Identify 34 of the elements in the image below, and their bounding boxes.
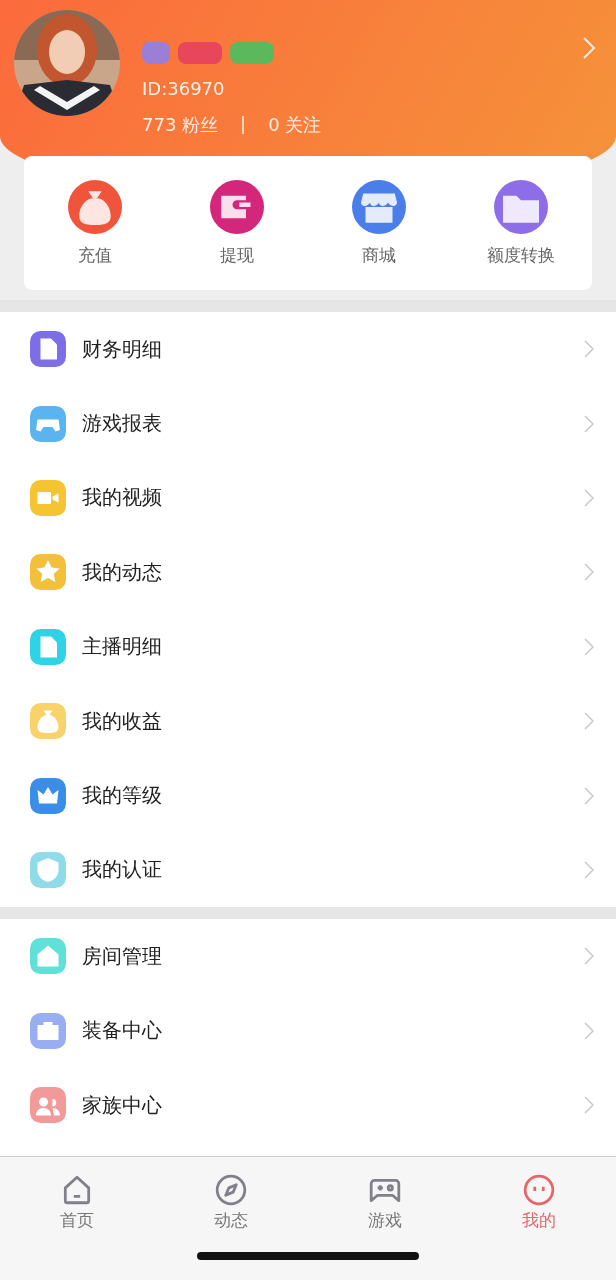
quick-action-button[interactable]: 提现 xyxy=(172,179,302,267)
menu-item[interactable]: 财务明细 xyxy=(0,312,616,387)
user-id: ID:36970 xyxy=(142,78,226,99)
chevron-right-icon xyxy=(584,1021,594,1040)
chevron-right-icon xyxy=(584,860,594,879)
quick-action-button[interactable]: 商城 xyxy=(314,179,444,267)
chevron-right-icon xyxy=(584,1096,594,1115)
menu-item[interactable]: 主播明细 xyxy=(0,609,616,684)
tab[interactable]: 动态 xyxy=(181,1173,281,1232)
chevron-right-icon xyxy=(584,488,594,507)
menu-item[interactable]: 我的认证 xyxy=(0,832,616,908)
menu-item[interactable]: 家族中心 xyxy=(0,1067,616,1143)
menu-item[interactable]: 我的视频 xyxy=(0,460,616,536)
quick-action-button[interactable]: 额度转换 xyxy=(456,179,586,267)
menu-item[interactable]: 我的等级 xyxy=(0,758,616,833)
menu-item[interactable]: 房间管理 xyxy=(0,919,616,994)
menu-item[interactable]: 我的动态 xyxy=(0,535,616,610)
tab[interactable]: 首页 xyxy=(27,1173,127,1232)
tab[interactable]: 游戏 xyxy=(335,1173,435,1232)
chevron-right-icon xyxy=(584,414,594,433)
chevron-right-icon xyxy=(584,712,594,731)
chevron-right-icon xyxy=(584,947,594,966)
compass-icon xyxy=(214,1173,248,1207)
chevron-right-icon[interactable] xyxy=(582,36,596,60)
quick-action-button[interactable]: 充值 xyxy=(30,179,160,267)
menu-item[interactable]: 装备中心 xyxy=(0,993,616,1068)
menu-item[interactable]: 我的收益 xyxy=(0,683,616,759)
chevron-right-icon xyxy=(584,340,594,359)
separator: | xyxy=(240,113,247,136)
face-icon xyxy=(522,1173,556,1207)
chevron-right-icon xyxy=(584,637,594,656)
chevron-right-icon xyxy=(584,786,594,805)
chevron-right-icon xyxy=(584,563,594,582)
menu-item[interactable]: 游戏报表 xyxy=(0,386,616,461)
